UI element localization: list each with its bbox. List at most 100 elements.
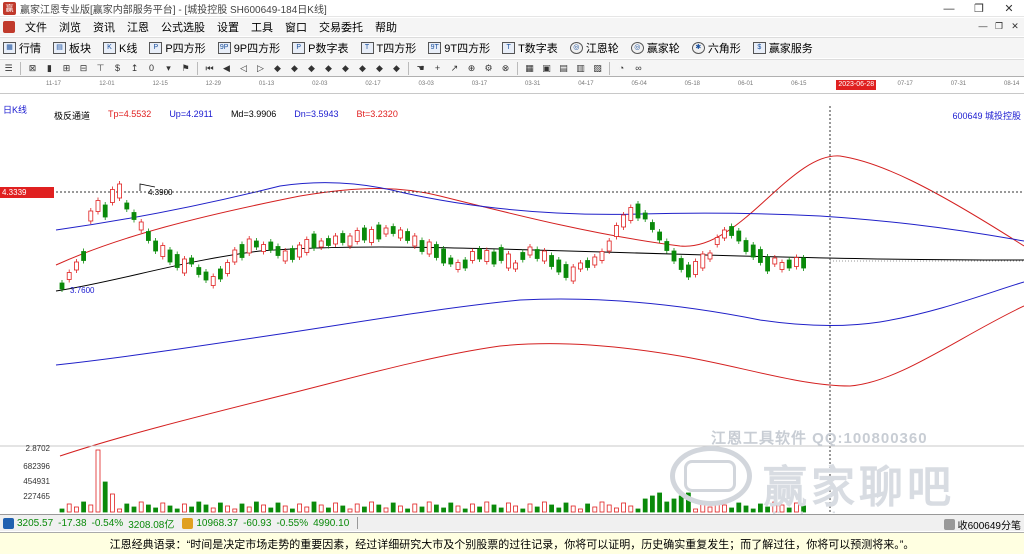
- tb-9p-square-button[interactable]: 9P 9P四方形: [215, 40, 280, 56]
- sh-index-icon[interactable]: [3, 517, 14, 529]
- zero-icon[interactable]: 0: [145, 62, 158, 75]
- tb-t-table-button[interactable]: T T数字表: [499, 40, 558, 56]
- volume-bar: [225, 505, 231, 513]
- date-tick: 06-15: [791, 81, 807, 87]
- tb-9t-square-button[interactable]: 9T 9T四方形: [425, 40, 490, 56]
- lock-icon[interactable]: ⊗: [499, 62, 512, 75]
- candle-body: [369, 229, 375, 243]
- tb-winner-wheel-button[interactable]: ◎ 赢家轮: [628, 40, 680, 56]
- volume-bar: [397, 505, 403, 513]
- save-icon[interactable]: ▣: [540, 62, 553, 75]
- mdi-restore-button[interactable]: ❐: [992, 19, 1006, 33]
- export-icon[interactable]: ▥: [574, 62, 587, 75]
- menu-formula[interactable]: 公式选股: [155, 19, 211, 35]
- menu-icon[interactable]: ☰: [2, 62, 15, 75]
- diamond-icon[interactable]: ◆: [271, 62, 284, 75]
- diamond-icon[interactable]: ◆: [288, 62, 301, 75]
- candle-body: [491, 251, 497, 265]
- separator: [20, 61, 21, 75]
- volume-bar: [203, 504, 209, 513]
- candle-body: [376, 224, 382, 240]
- candle-body: [606, 240, 612, 252]
- settings-icon[interactable]: ⚙: [482, 62, 495, 75]
- gann-fan-icon[interactable]: ⊠: [26, 62, 39, 75]
- tb-gann-wheel-button[interactable]: ◎ 江恩轮: [567, 40, 619, 56]
- menu-window[interactable]: 窗口: [279, 19, 313, 35]
- diamond-icon[interactable]: ◆: [390, 62, 403, 75]
- print-icon[interactable]: ▤: [557, 62, 570, 75]
- tb-p-square-button[interactable]: P P四方形: [146, 40, 206, 56]
- menu-help[interactable]: 帮助: [369, 19, 403, 35]
- volume-bar: [289, 508, 295, 513]
- menu-settings[interactable]: 设置: [211, 19, 245, 35]
- menu-trade[interactable]: 交易委托: [313, 19, 369, 35]
- menu-tools[interactable]: 工具: [245, 19, 279, 35]
- diamond-icon[interactable]: ◆: [373, 62, 386, 75]
- flag-icon[interactable]: ⚑: [179, 62, 192, 75]
- tick-icon[interactable]: [943, 519, 955, 530]
- mdi-close-button[interactable]: ✕: [1008, 19, 1022, 33]
- volume-bar: [405, 508, 411, 513]
- candle-body: [578, 262, 583, 270]
- sz-index-value: 10968.37: [196, 517, 239, 529]
- candle-body: [390, 226, 396, 234]
- date-tick: 03-17: [471, 81, 488, 87]
- menu-browse[interactable]: 浏览: [53, 19, 87, 35]
- tb-kline-button[interactable]: K K线: [100, 40, 137, 56]
- tb-label: T四方形: [376, 43, 417, 55]
- volume-axis: 2.8702 682396 454931 227465: [0, 444, 54, 514]
- volume-bar: [491, 504, 497, 513]
- arrow-right-icon[interactable]: ▷: [254, 62, 267, 75]
- volume-bar: [462, 508, 468, 513]
- chart-tool-icon[interactable]: ⊟: [77, 62, 90, 75]
- prev-icon[interactable]: ◀: [220, 62, 233, 75]
- vertical-line-icon[interactable]: ↥: [128, 62, 141, 75]
- candle-body: [282, 250, 288, 262]
- candle-body: [153, 240, 159, 252]
- car-icon[interactable]: ▧: [591, 62, 604, 75]
- calculator-icon[interactable]: ▦: [523, 62, 536, 75]
- volume-bar: [347, 508, 353, 513]
- diamond-icon[interactable]: ◆: [305, 62, 318, 75]
- volume-bar: [318, 504, 324, 513]
- diamond-icon[interactable]: ◆: [339, 62, 352, 75]
- sz-index-icon[interactable]: [182, 517, 194, 529]
- minimize-button[interactable]: —: [934, 0, 964, 17]
- infinity-icon[interactable]: ∞: [632, 62, 645, 75]
- candle-body: [714, 237, 720, 245]
- volume-bar: [657, 492, 662, 513]
- tb-service-button[interactable]: $ 赢家服务: [750, 40, 813, 56]
- hand-icon[interactable]: ☚: [414, 62, 427, 75]
- close-button[interactable]: ✕: [994, 0, 1024, 17]
- restore-button[interactable]: ❐: [964, 0, 994, 17]
- tb-p-table-button[interactable]: P P数字表: [289, 40, 349, 56]
- volume-bar: [124, 503, 130, 513]
- mdi-minimize-button[interactable]: —: [976, 19, 990, 33]
- pie-icon[interactable]: ◔: [615, 62, 628, 75]
- crosshair-icon[interactable]: +: [431, 62, 444, 75]
- dollar-icon[interactable]: $: [111, 62, 124, 75]
- candle-body: [275, 246, 281, 256]
- arrow-left-icon[interactable]: ◁: [237, 62, 250, 75]
- tb-t-square-button[interactable]: T T四方形: [358, 40, 417, 56]
- tb-sectors-button[interactable]: ▤ 板块: [50, 40, 91, 56]
- measure-tool-icon[interactable]: ⊤: [94, 62, 107, 75]
- tb-label: 行情: [19, 43, 41, 55]
- app-window: 赢 赢家江恩专业版[赢家内部服务平台] - [城投控股 SH600649-184…: [0, 0, 1024, 554]
- tb-quotes-button[interactable]: ▦ 行情: [0, 40, 41, 56]
- diamond-icon[interactable]: ◆: [356, 62, 369, 75]
- dropdown-icon[interactable]: ▾: [162, 62, 175, 75]
- bar-tool-icon[interactable]: ⊞: [60, 62, 73, 75]
- tb-hexagon-button[interactable]: ✱ 六角形: [689, 40, 741, 56]
- ray-icon[interactable]: ↗: [448, 62, 461, 75]
- candle-body: [289, 248, 295, 260]
- menu-file[interactable]: 文件: [19, 19, 53, 35]
- diamond-icon[interactable]: ◆: [322, 62, 335, 75]
- candle-body: [678, 258, 684, 270]
- line-tool-icon[interactable]: ▮: [43, 62, 56, 75]
- candle-body: [426, 241, 432, 255]
- menu-news[interactable]: 资讯: [87, 19, 121, 35]
- menu-gann[interactable]: 江恩: [121, 19, 155, 35]
- zoom-icon[interactable]: ⊕: [465, 62, 478, 75]
- first-icon[interactable]: ⏮: [203, 62, 216, 75]
